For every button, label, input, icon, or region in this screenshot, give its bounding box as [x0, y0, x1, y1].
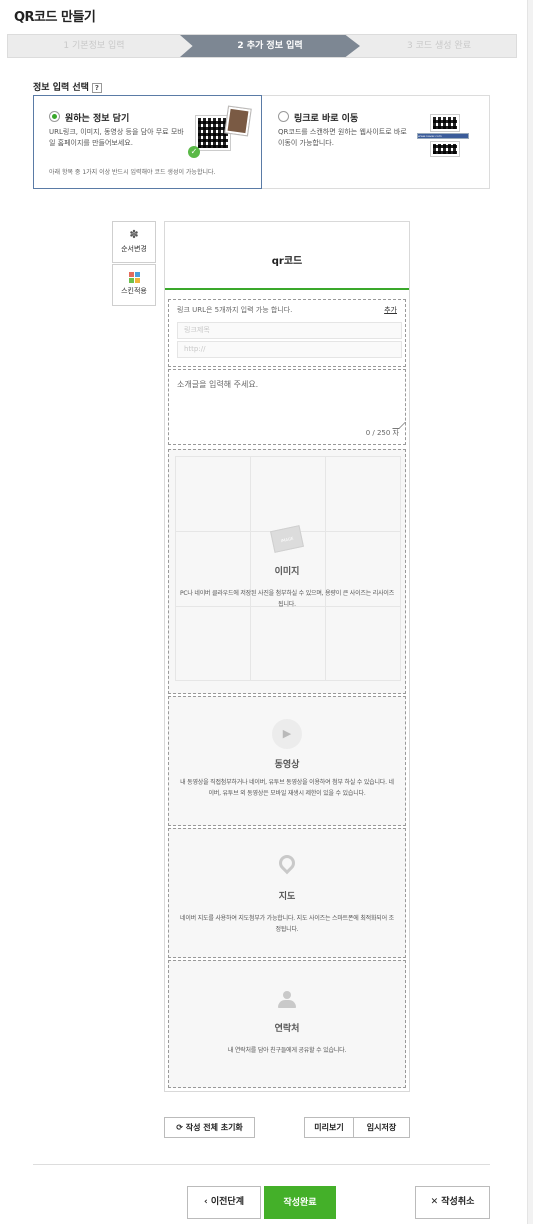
- map-title: 지도: [278, 892, 296, 902]
- contact-title: 연락처: [274, 1024, 300, 1034]
- qr-thumbnail-icon: [196, 116, 230, 150]
- reset-all-label: 작성 전체 초기화: [185, 1123, 243, 1132]
- info-option-group: 원하는 정보 담기 URL링크, 이미지, 동영상 등을 담아 무료 모바일 홈…: [33, 95, 490, 189]
- link-block: 링크 URL은 5개까지 입력 가능 합니다. 추가 링크제목 http://: [168, 299, 406, 367]
- option-direct-link-title: 링크로 바로 이동: [294, 114, 359, 124]
- editor-header: qr코드: [165, 222, 409, 290]
- option-custom-info-desc: URL링크, 이미지, 동영상 등을 담아 무료 모바일 홈페이지를 만들어보세…: [49, 128, 184, 147]
- option-direct-link[interactable]: 링크로 바로 이동 QR코드를 스캔하면 원하는 웹사이트로 바로 이동이 가능…: [264, 96, 489, 188]
- info-select-label-text: 정보 입력 선택: [33, 83, 89, 93]
- link-url-input[interactable]: http://: [177, 341, 402, 358]
- video-desc: 내 동영상을 직접첨부하거나 네이버, 유투브 동영상을 이용하여 첨부 하실 …: [180, 779, 394, 797]
- video-title: 동영상: [274, 760, 300, 770]
- check-badge-icon: ✓: [188, 146, 200, 158]
- reorder-button[interactable]: ✽ 순서변경: [112, 221, 156, 263]
- play-icon: ▶: [272, 719, 302, 749]
- page-title: QR코드 만들기: [14, 10, 96, 25]
- link-hint: 링크 URL은 5개까지 입력 가능 합니다.: [177, 306, 293, 314]
- option-custom-info-title: 원하는 정보 담기: [65, 114, 130, 124]
- person-icon: [278, 991, 296, 1009]
- step-1: 1 기본정보 입력: [63, 41, 125, 51]
- skin-label: 스킨적용: [121, 287, 147, 295]
- map-pin-icon: [275, 851, 299, 875]
- step-2-active: 2 추가 정보 입력: [237, 41, 303, 51]
- cancel-label: 작성취소: [441, 1197, 475, 1207]
- temp-save-button[interactable]: 임시저장: [353, 1117, 410, 1138]
- editor-title[interactable]: qr코드: [165, 252, 409, 267]
- option-custom-info-radio[interactable]: [49, 111, 60, 122]
- qr-top-icon: [431, 115, 459, 131]
- close-icon: ✕: [430, 1197, 439, 1207]
- map-block[interactable]: 지도 네이버 지도를 사용하여 지도첨부가 가능합니다. 지도 사이즈는 스마트…: [168, 828, 406, 958]
- reorder-label: 순서변경: [121, 245, 147, 253]
- info-select-label: 정보 입력 선택?: [33, 80, 102, 93]
- skin-grid-icon: [128, 272, 140, 283]
- contact-desc: 내 연락처를 담아 친구들에게 공유할 수 있습니다.: [227, 1047, 347, 1054]
- option-custom-info-note: 아래 항목 중 1가지 이상 반드시 입력해야 코드 생성이 가능합니다.: [49, 169, 216, 176]
- cancel-button[interactable]: ✕ 작성취소: [415, 1186, 490, 1219]
- step-3: 3 코드 생성 완료: [407, 41, 471, 51]
- prev-step-button[interactable]: ‹ 이전단계: [187, 1186, 261, 1219]
- qr-bottom-icon: [431, 142, 459, 156]
- chevron-left-icon: ‹: [204, 1197, 208, 1207]
- video-block[interactable]: ▶ 동영상 내 동영상을 직접첨부하거나 네이버, 유투브 동영상을 이용하여 …: [168, 696, 406, 826]
- divider: [33, 1164, 490, 1165]
- mobile-editor: qr코드 링크 URL은 5개까지 입력 가능 합니다. 추가 링크제목 htt…: [164, 221, 410, 1092]
- refresh-icon: ⟳: [176, 1123, 183, 1132]
- gear-icon: ✽: [129, 228, 139, 241]
- skin-button[interactable]: 스킨적용: [112, 264, 156, 306]
- step-indicator: 1 기본정보 입력 2 추가 정보 입력 3 코드 생성 완료: [7, 34, 517, 58]
- option-direct-link-radio[interactable]: [278, 111, 289, 122]
- link-add-button[interactable]: 추가: [384, 305, 397, 315]
- complete-button[interactable]: 작성완료: [264, 1186, 336, 1219]
- prev-step-label: 이전단계: [210, 1197, 244, 1207]
- option-custom-info[interactable]: 원하는 정보 담기 URL링크, 이미지, 동영상 등을 담아 무료 모바일 홈…: [33, 95, 262, 189]
- photo-thumbnail-icon: [225, 106, 251, 136]
- contact-block[interactable]: 연락처 내 연락처를 담아 친구들에게 공유할 수 있습니다.: [168, 960, 406, 1088]
- option-direct-link-desc: QR코드를 스캔하면 원하는 웹사이트로 바로 이동이 가능합니다.: [278, 128, 407, 147]
- page-scrollbar[interactable]: [527, 0, 533, 1224]
- intro-placeholder: 소개글을 입력해 주세요.: [177, 380, 259, 389]
- image-desc: PC나 네이버 클라우드에 저장된 사진을 첨부하실 수 있으며, 용량이 큰 …: [179, 590, 395, 608]
- preview-button[interactable]: 미리보기: [304, 1117, 354, 1138]
- image-block[interactable]: IMAGE 이미지 PC나 네이버 클라우드에 저장된 사진을 첨부하실 수 있…: [168, 449, 406, 694]
- link-title-input[interactable]: 링크제목: [177, 322, 402, 339]
- reset-all-button[interactable]: ⟳ 작성 전체 초기화: [164, 1117, 255, 1138]
- url-bar-icon: www.naver.com: [417, 133, 469, 139]
- map-desc: 네이버 지도를 사용하여 지도첨부가 가능합니다. 지도 사이즈는 스마트폰에 …: [180, 915, 394, 933]
- person-icon-body: [278, 1000, 296, 1008]
- help-icon[interactable]: ?: [91, 82, 102, 93]
- image-title: 이미지: [274, 567, 300, 577]
- intro-textarea[interactable]: 소개글을 입력해 주세요. 0 / 250 자: [168, 369, 406, 445]
- char-counter: 0 / 250 자: [365, 429, 399, 437]
- person-icon-head: [283, 991, 291, 999]
